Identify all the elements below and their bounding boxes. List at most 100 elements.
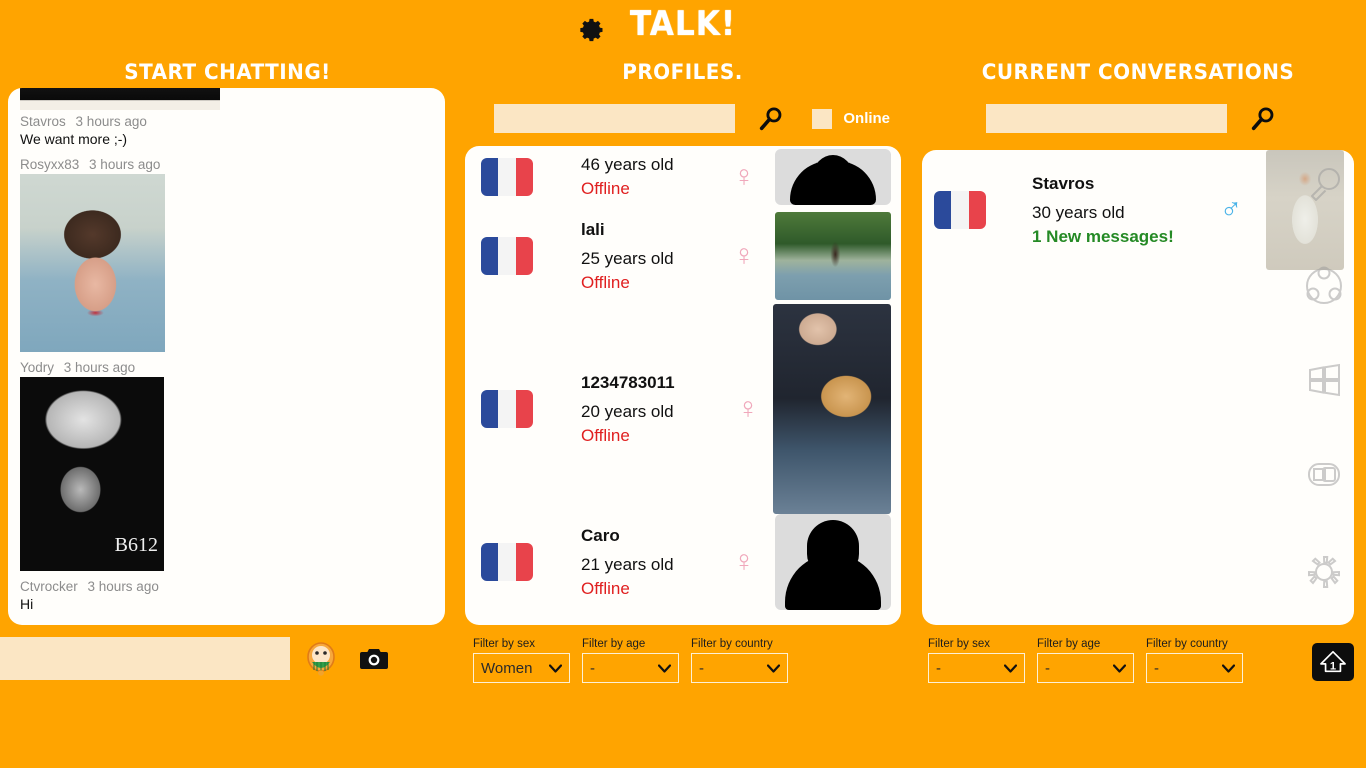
profile-thumbnail[interactable] bbox=[773, 304, 891, 514]
chat-message[interactable]: Yodry 3 hours ago B612 bbox=[8, 356, 445, 571]
profile-thumbnail[interactable] bbox=[775, 212, 891, 300]
home-button[interactable]: 1 bbox=[1312, 643, 1354, 681]
chat-message-time: 3 hours ago bbox=[89, 157, 161, 172]
filter-age-wrap: - bbox=[582, 653, 679, 683]
chat-message-meta: Yodry 3 hours ago bbox=[20, 360, 433, 377]
profiles-search-icon[interactable] bbox=[757, 105, 785, 133]
country-flag-france-icon bbox=[481, 543, 533, 581]
country-flag-france-icon bbox=[481, 158, 533, 196]
profile-row[interactable]: lali 25 years old Offline ♀ bbox=[465, 208, 901, 304]
filter-group-age: Filter by age - bbox=[582, 638, 679, 683]
profile-name: lali bbox=[581, 219, 605, 239]
profile-status: Offline bbox=[581, 578, 630, 598]
profiles-filter-bar: Filter by sex Women Filter by age - Filt… bbox=[473, 638, 788, 683]
app-title: TALK! bbox=[629, 4, 737, 44]
filter-group-country: Filter by country - bbox=[1146, 638, 1243, 683]
conversation-info: Stavros 30 years old 1 New messages! bbox=[986, 174, 1214, 247]
camera-icon[interactable] bbox=[359, 647, 389, 671]
filter-country-select[interactable]: - bbox=[1146, 653, 1243, 683]
chat-message-user: Rosyxx83 bbox=[20, 157, 80, 172]
filter-age-select[interactable]: - bbox=[1037, 653, 1134, 683]
search-charm-icon[interactable] bbox=[1300, 162, 1348, 210]
gender-female-icon: ♀ bbox=[732, 160, 756, 193]
svg-text:1: 1 bbox=[1330, 660, 1336, 672]
profiles-panel: 46 years old Offline ♀ lali 25 years old… bbox=[465, 146, 901, 625]
profile-info: Caro 21 years old Offline bbox=[533, 526, 727, 599]
chat-message-time: 3 hours ago bbox=[63, 360, 136, 375]
chat-message[interactable]: Rosyxx83 3 hours ago bbox=[8, 153, 445, 352]
profile-info: 46 years old Offline bbox=[533, 155, 727, 199]
settings-charm-icon[interactable] bbox=[1300, 548, 1348, 596]
country-flag-france-icon bbox=[481, 390, 533, 428]
chat-photo-partial bbox=[20, 88, 220, 110]
filter-group-country: Filter by country - bbox=[691, 638, 788, 683]
filter-age-select[interactable]: - bbox=[582, 653, 679, 683]
conversation-row[interactable]: Stavros 30 years old 1 New messages! ♂ bbox=[922, 150, 1354, 270]
filter-sex-wrap: Women bbox=[473, 653, 570, 683]
filter-age-label: Filter by age bbox=[582, 638, 646, 650]
filter-group-sex: Filter by sex - bbox=[928, 638, 1025, 683]
profiles-search-row: Online bbox=[494, 104, 890, 134]
country-flag-france-icon bbox=[481, 237, 533, 275]
conversation-status-badge: 1 New messages! bbox=[1032, 226, 1174, 246]
chat-message-text: We want more ;-) bbox=[20, 131, 128, 147]
chat-message-time: 3 hours ago bbox=[87, 579, 159, 594]
profile-name: 1234783011 bbox=[581, 372, 675, 392]
filter-sex-select[interactable]: Women bbox=[473, 653, 570, 683]
share-charm-icon[interactable] bbox=[1300, 262, 1348, 310]
filter-sex-label: Filter by sex bbox=[473, 638, 535, 650]
filter-country-label: Filter by country bbox=[1146, 638, 1228, 650]
profiles-search-input[interactable] bbox=[494, 104, 735, 133]
online-filter-checkbox[interactable] bbox=[811, 108, 832, 129]
profile-age: 21 years old bbox=[581, 554, 674, 574]
chat-message-text: Hi bbox=[20, 596, 34, 612]
profile-row[interactable]: 46 years old Offline ♀ bbox=[465, 146, 901, 208]
filter-age-label: Filter by age bbox=[1037, 638, 1101, 650]
chat-message-user: Yodry bbox=[20, 360, 55, 375]
filter-country-wrap: - bbox=[1146, 653, 1243, 683]
filter-sex-wrap: - bbox=[928, 653, 1025, 683]
profile-status: Offline bbox=[581, 425, 630, 445]
conversations-filter-bar: Filter by sex - Filter by age - Filter b… bbox=[928, 638, 1243, 683]
photo-watermark: B612 bbox=[114, 534, 158, 556]
chat-scroll-area[interactable]: Stavros 3 hours ago We want more ;-) Ros… bbox=[8, 88, 445, 618]
chat-message-meta: Stavros 3 hours ago bbox=[20, 114, 433, 131]
start-charm-icon[interactable] bbox=[1300, 356, 1348, 404]
profile-status: Offline bbox=[581, 272, 630, 292]
filter-sex-label: Filter by sex bbox=[928, 638, 990, 650]
filter-country-select[interactable]: - bbox=[691, 653, 788, 683]
profile-name: Caro bbox=[581, 525, 620, 545]
profile-row[interactable]: 1234783011 20 years old Offline ♀ bbox=[465, 304, 901, 514]
app-root: TALK! START CHATTING! PROFILES. CURRENT … bbox=[0, 0, 1366, 768]
section-header-profiles: PROFILES. bbox=[622, 60, 743, 84]
conversations-panel: Stavros 30 years old 1 New messages! ♂ bbox=[922, 150, 1354, 625]
filter-group-age: Filter by age - bbox=[1037, 638, 1134, 683]
conversations-search-row bbox=[986, 104, 1277, 134]
profile-thumbnail[interactable] bbox=[775, 149, 891, 205]
gender-female-icon: ♀ bbox=[732, 239, 756, 272]
profile-age: 46 years old bbox=[581, 155, 674, 174]
emoji-sticker-icon[interactable] bbox=[306, 641, 336, 676]
chat-composer bbox=[0, 637, 389, 680]
chat-panel: Stavros 3 hours ago We want more ;-) Ros… bbox=[8, 88, 445, 625]
online-filter-label: Online bbox=[843, 110, 891, 127]
chat-message-photo[interactable]: B612 bbox=[20, 377, 164, 571]
chat-message-user: Ctvrocker bbox=[20, 579, 78, 594]
section-header-start-chatting: START CHATTING! bbox=[124, 60, 331, 84]
chat-message[interactable]: Ctvrocker 3 hours ago Hi bbox=[8, 575, 445, 618]
filter-group-sex: Filter by sex Women bbox=[473, 638, 570, 683]
message-input[interactable] bbox=[0, 637, 290, 680]
conversations-search-input[interactable] bbox=[986, 104, 1227, 133]
profile-thumbnail[interactable] bbox=[775, 514, 891, 610]
profile-status: Offline bbox=[581, 179, 630, 198]
chat-message-meta: Ctvrocker 3 hours ago bbox=[20, 579, 433, 596]
conversation-name: Stavros bbox=[1032, 173, 1095, 193]
chat-message[interactable]: Stavros 3 hours ago We want more ;-) bbox=[8, 110, 445, 153]
profile-row[interactable]: Caro 21 years old Offline ♀ bbox=[465, 514, 901, 610]
gender-female-icon: ♀ bbox=[732, 545, 756, 578]
filter-sex-select[interactable]: - bbox=[928, 653, 1025, 683]
chat-message-photo[interactable] bbox=[20, 174, 165, 352]
country-flag-france-icon bbox=[934, 191, 986, 229]
devices-charm-icon[interactable] bbox=[1300, 450, 1348, 498]
conversations-search-icon[interactable] bbox=[1249, 105, 1277, 133]
